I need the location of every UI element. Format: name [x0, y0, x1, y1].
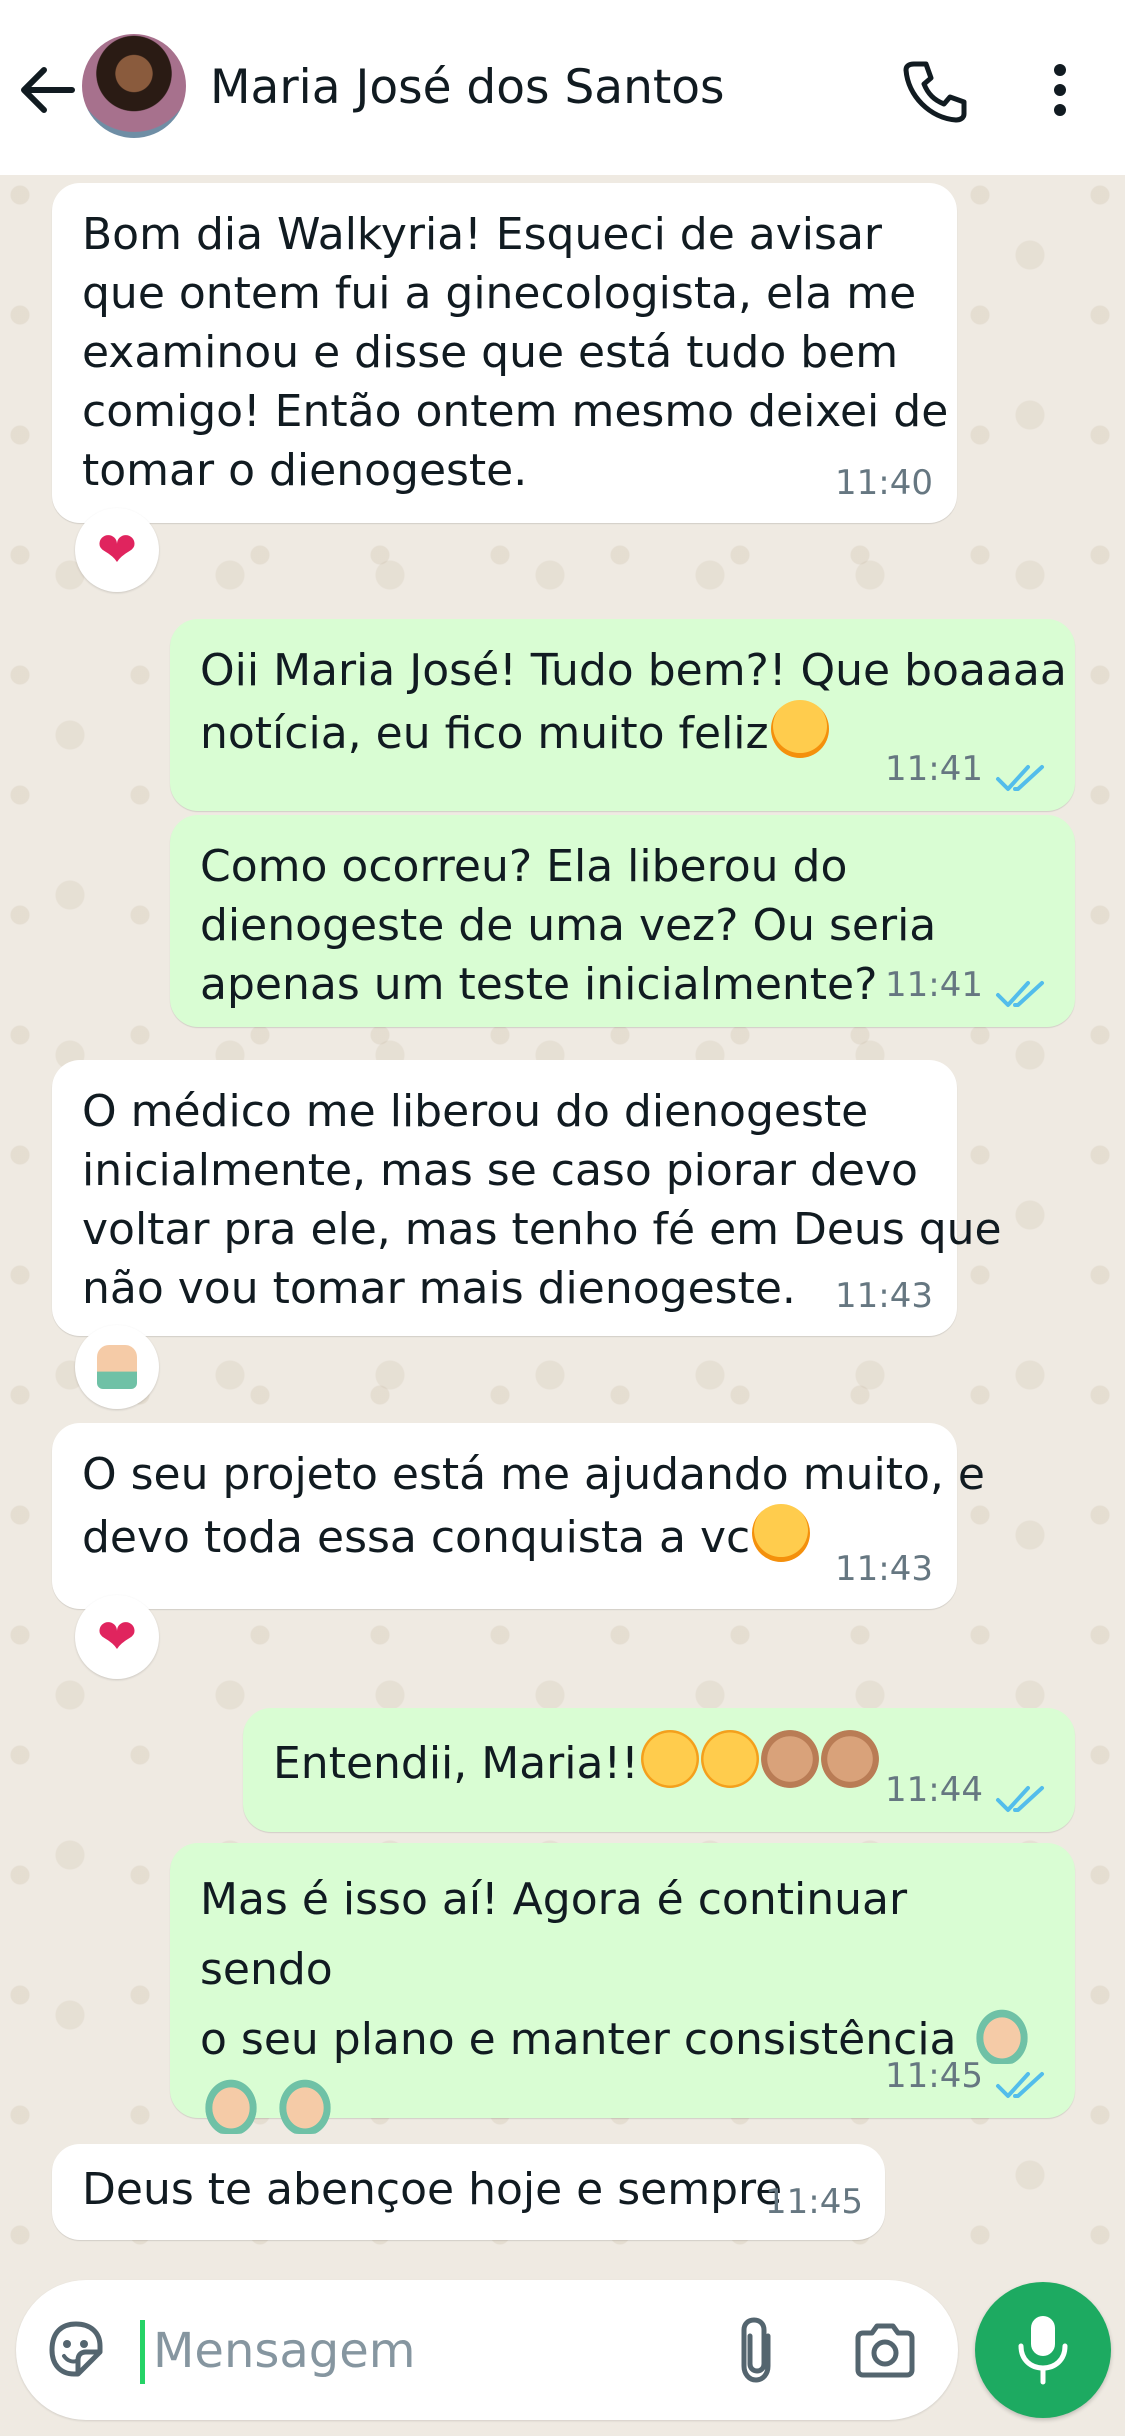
message-time: 11:41 — [885, 965, 983, 1005]
camera-icon[interactable] — [852, 2320, 918, 2380]
outgoing-message[interactable]: Como ocorreu? Ela liberou do dienogeste … — [170, 815, 1075, 1027]
message-text: Como ocorreu? Ela liberou do dienogeste … — [200, 841, 937, 1010]
message-reaction[interactable] — [75, 1325, 159, 1409]
read-ticks-icon — [996, 1786, 1044, 1812]
contact-avatar[interactable] — [82, 34, 186, 138]
folded-hands-icon — [276, 2076, 334, 2134]
message-text-body: Mas é isso aí! Agora é continuar sendo o… — [200, 1874, 957, 2065]
message-composer — [16, 2280, 958, 2420]
incoming-message[interactable]: O seu projeto está me ajudando muito, e … — [52, 1423, 985, 1609]
more-options-icon[interactable] — [1035, 60, 1085, 120]
clapping-hands-icon — [760, 1730, 819, 1788]
voice-message-button[interactable] — [975, 2282, 1111, 2418]
folded-hands-icon — [202, 2076, 260, 2134]
folded-hands-icon — [97, 1345, 137, 1389]
chat-header: Maria José dos Santos — [0, 0, 1125, 175]
message-reaction[interactable]: ❤ — [75, 1595, 159, 1679]
message-list[interactable]: Bom dia Walkyria! Esqueci de avisar que … — [0, 175, 1125, 2275]
incoming-message[interactable]: Bom dia Walkyria! Esqueci de avisar que … — [52, 183, 957, 523]
message-time: 11:45 — [885, 2056, 983, 2096]
face-blowing-kiss-icon — [752, 1504, 811, 1562]
message-time: 11:40 — [835, 463, 933, 503]
message-text: Bom dia Walkyria! Esqueci de avisar que … — [82, 209, 949, 496]
message-time: 11:45 — [765, 2182, 863, 2222]
incoming-message[interactable]: Deus te abençoe hoje e sempre 11:45 — [52, 2144, 885, 2240]
message-time: 11:43 — [835, 1549, 933, 1589]
message-text: Deus te abençoe hoje e sempre — [82, 2164, 783, 2215]
outgoing-message[interactable]: Mas é isso aí! Agora é continuar sendo o… — [170, 1843, 1075, 2134]
read-ticks-icon — [996, 765, 1044, 791]
message-text-body: Entendii, Maria!! — [273, 1738, 639, 1789]
text-cursor — [140, 2320, 145, 2384]
star-struck-icon — [700, 1730, 759, 1788]
read-ticks-icon — [996, 2072, 1044, 2098]
red-heart-icon: ❤ — [96, 522, 138, 578]
microphone-icon — [1018, 2316, 1068, 2385]
outgoing-message[interactable]: Oii Maria José! Tudo bem?! Que boaaaa no… — [170, 619, 1075, 811]
star-struck-icon — [640, 1730, 699, 1788]
phone-call-icon[interactable] — [900, 56, 970, 126]
attachment-icon[interactable] — [728, 2314, 788, 2386]
message-reaction[interactable]: ❤ — [75, 508, 159, 592]
clapping-hands-icon — [820, 1730, 879, 1788]
outgoing-message[interactable]: Entendii, Maria!! 11:44 — [243, 1708, 1075, 1832]
message-input[interactable] — [151, 2310, 695, 2392]
smiling-face-with-hearts-icon — [770, 700, 829, 758]
message-time: 11:41 — [885, 749, 983, 789]
back-arrow-icon[interactable] — [16, 62, 78, 118]
message-time: 11:43 — [835, 1276, 933, 1316]
read-ticks-icon — [996, 981, 1044, 1007]
message-text: Entendii, Maria!! — [273, 1730, 879, 1793]
message-time: 11:44 — [885, 1770, 983, 1810]
incoming-message[interactable]: O médico me liberou do dienogeste inicia… — [52, 1060, 1002, 1336]
contact-name[interactable]: Maria José dos Santos — [210, 60, 725, 115]
sticker-icon[interactable] — [44, 2318, 108, 2382]
red-heart-icon: ❤ — [96, 1609, 138, 1665]
